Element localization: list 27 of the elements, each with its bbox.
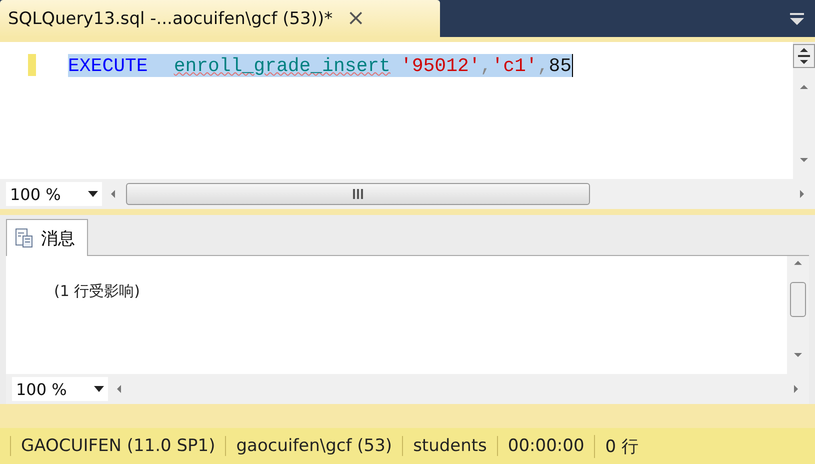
- document-icon: [15, 228, 33, 248]
- tab-title: SQLQuery13.sql -...aocuifen\gcf (53))*: [8, 8, 333, 28]
- scroll-down-icon[interactable]: [793, 350, 803, 360]
- results-tab[interactable]: 消息: [6, 219, 88, 256]
- status-item: 0 行: [594, 434, 648, 458]
- split-icon: [797, 48, 811, 64]
- message-text: (1 行受影响): [54, 282, 140, 300]
- scroll-down-icon[interactable]: [799, 155, 809, 165]
- dropdown-icon[interactable]: [789, 13, 805, 25]
- split-button[interactable]: [793, 44, 815, 68]
- scroll-thumb[interactable]: [790, 282, 806, 317]
- caret-icon: [94, 386, 104, 392]
- document-tab[interactable]: SQLQuery13.sql -...aocuifen\gcf (53))* ×: [0, 0, 440, 37]
- status-item: 00:00:00: [496, 436, 594, 456]
- scroll-thumb[interactable]: [126, 183, 590, 205]
- status-item: gaocuifen\gcf (53): [225, 436, 402, 456]
- caret-icon: [88, 191, 98, 197]
- change-marker: [28, 54, 36, 76]
- scroll-right-icon[interactable]: [791, 384, 801, 394]
- zoom-dropdown[interactable]: 100 %: [12, 377, 108, 401]
- status-item: GAOCUIFEN (11.0 SP1): [10, 436, 226, 456]
- scroll-right-icon[interactable]: [797, 189, 807, 199]
- scroll-up-icon[interactable]: [799, 82, 809, 92]
- status-item: students: [402, 436, 497, 456]
- scroll-up-icon[interactable]: [793, 258, 803, 268]
- close-button[interactable]: ×: [346, 6, 366, 31]
- zoom-dropdown[interactable]: 100 %: [6, 182, 102, 206]
